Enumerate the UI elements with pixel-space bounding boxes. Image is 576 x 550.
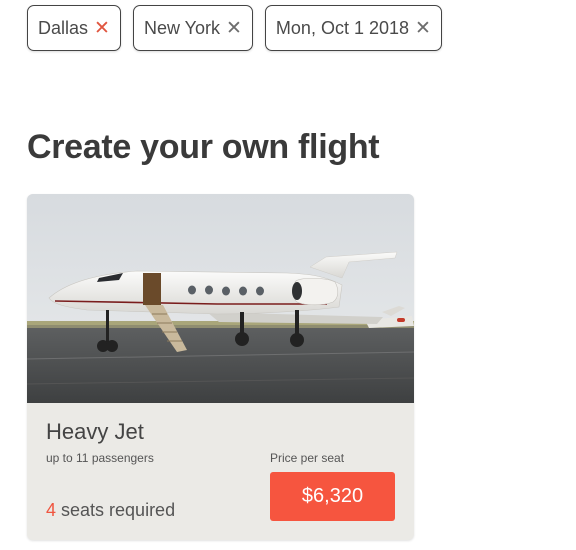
flight-card[interactable]: Heavy Jet up to 11 passengers Price per … xyxy=(27,194,414,540)
filter-chip-label: Dallas xyxy=(38,17,89,38)
filter-chip-label: Mon, Oct 1 2018 xyxy=(275,17,409,38)
close-icon[interactable]: ✕ xyxy=(94,17,110,40)
seats-required: 4 seats required xyxy=(46,500,175,521)
filter-chip-date[interactable]: Mon, Oct 1 2018 ✕ xyxy=(264,5,442,51)
seats-text: seats required xyxy=(56,500,176,520)
page-title: Create your own flight xyxy=(27,128,380,166)
close-icon[interactable]: ✕ xyxy=(415,17,431,40)
passenger-capacity: up to 11 passengers xyxy=(46,451,154,465)
seats-count: 4 xyxy=(46,500,57,520)
jet-photo xyxy=(27,194,414,403)
filter-chips: Dallas ✕ New York ✕ Mon, Oct 1 2018 ✕ xyxy=(27,5,442,51)
close-icon[interactable]: ✕ xyxy=(226,17,242,40)
filter-chip-destination[interactable]: New York ✕ xyxy=(132,5,253,51)
jet-class-name: Heavy Jet xyxy=(46,419,144,444)
filter-chip-label: New York xyxy=(143,17,220,38)
price-button[interactable]: $6,320 xyxy=(270,472,395,521)
price-label: Price per seat xyxy=(270,451,345,465)
filter-chip-origin[interactable]: Dallas ✕ xyxy=(27,5,121,51)
